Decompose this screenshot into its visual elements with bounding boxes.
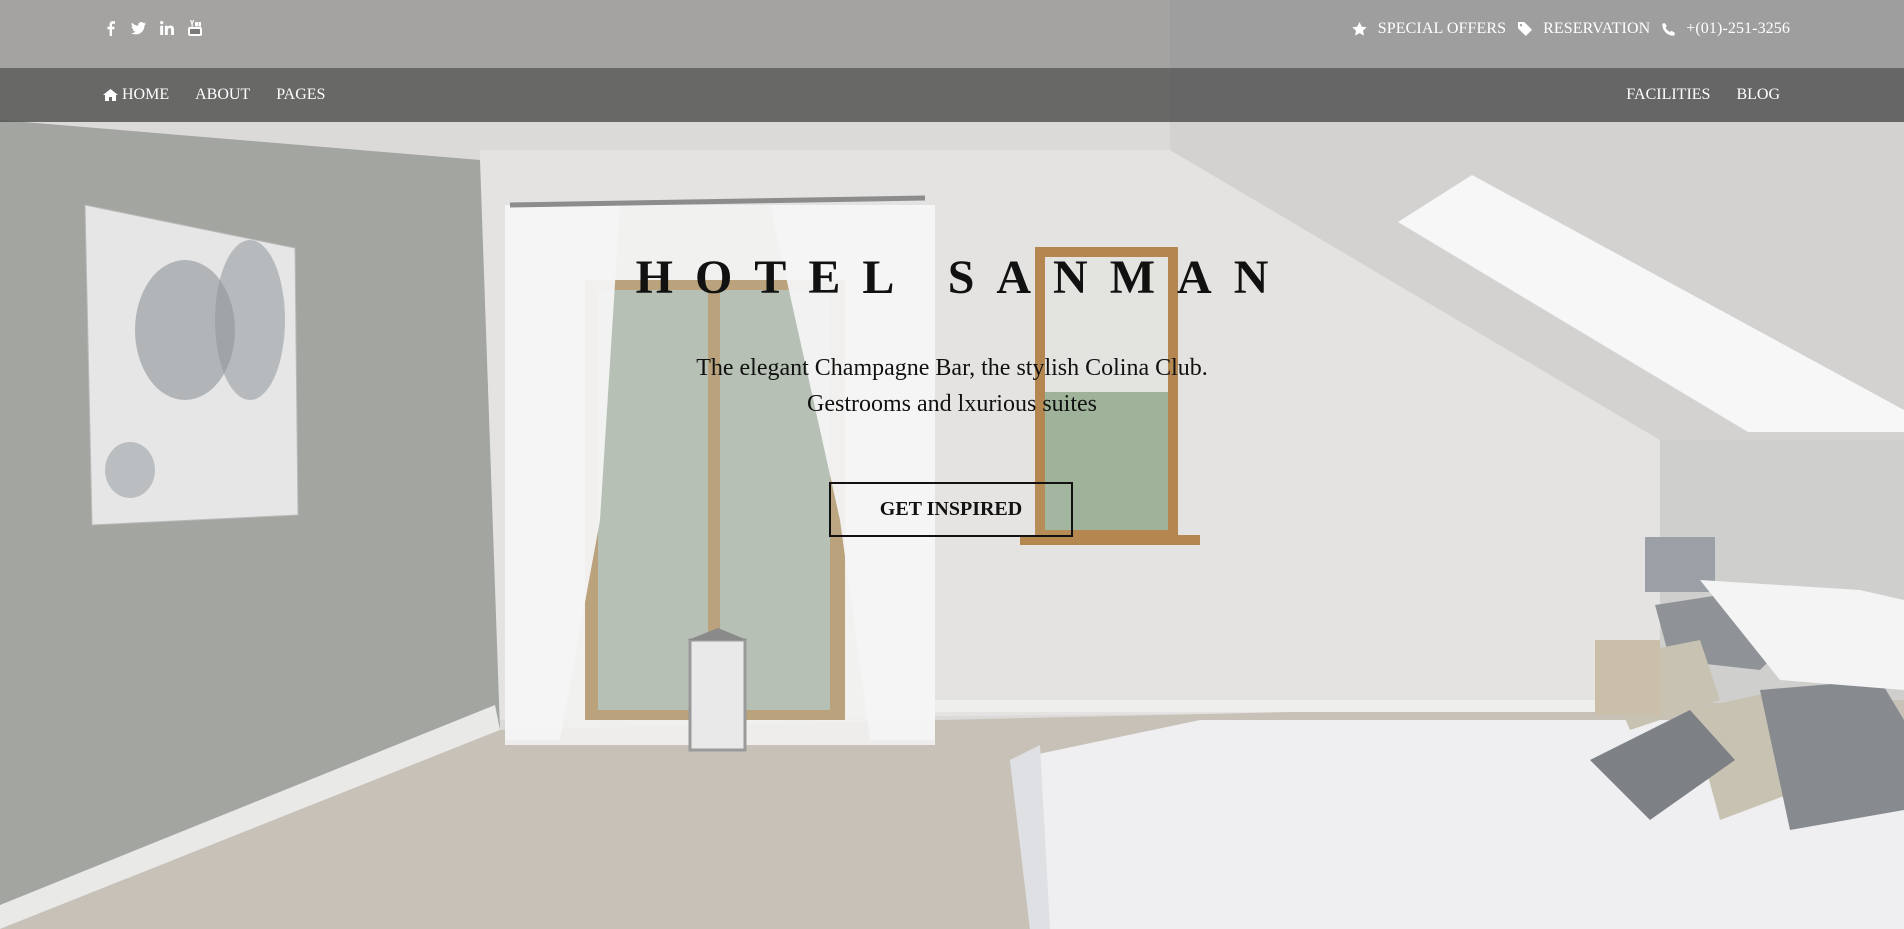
nav-about[interactable]: ABOUT — [195, 86, 250, 104]
special-offers-label: SPECIAL OFFERS — [1377, 20, 1507, 37]
hero-background-image — [0, 0, 1904, 929]
hero-subtitle-line-2: Gestrooms and lxurious suites — [807, 391, 1097, 417]
hero-subtitle-line-1: The elegant Champagne Bar, the stylish C… — [696, 355, 1208, 381]
contact-links: SPECIAL OFFERS RESERVATION +(01)-251-325… — [1340, 20, 1790, 38]
tag-icon — [1518, 22, 1533, 36]
get-inspired-button[interactable]: GET INSPIRED — [829, 482, 1073, 537]
hero-title: HOTEL SANMAN — [635, 251, 1291, 304]
youtube-icon[interactable] — [187, 20, 202, 36]
linkedin-icon[interactable] — [159, 20, 174, 36]
social-links — [103, 20, 202, 36]
phone-link[interactable]: +(01)-251-3256 — [1662, 20, 1790, 38]
special-offers-link[interactable]: SPECIAL OFFERS — [1352, 20, 1506, 38]
main-navigation: HOME ABOUT PAGES FACILITIES BLOG — [0, 68, 1904, 122]
nav-blog[interactable]: BLOG — [1736, 86, 1780, 104]
phone-icon — [1662, 22, 1676, 36]
facebook-icon[interactable] — [103, 20, 118, 36]
phone-number: +(01)-251-3256 — [1686, 20, 1790, 37]
nav-facilities[interactable]: FACILITIES — [1626, 86, 1710, 104]
nav-home[interactable]: HOME — [103, 86, 169, 104]
nav-pages[interactable]: PAGES — [276, 86, 325, 104]
star-icon — [1352, 22, 1367, 36]
twitter-icon[interactable] — [131, 20, 146, 36]
nav-right-group: FACILITIES BLOG — [1600, 68, 1780, 122]
home-icon — [103, 89, 118, 101]
reservation-label: RESERVATION — [1543, 20, 1651, 37]
hero-subtitle: The elegant Champagne Bar, the stylish C… — [0, 350, 1904, 422]
nav-left-group: HOME ABOUT PAGES — [103, 68, 351, 122]
top-bar: SPECIAL OFFERS RESERVATION +(01)-251-325… — [0, 0, 1904, 68]
nav-home-label: HOME — [122, 86, 170, 103]
reservation-link[interactable]: RESERVATION — [1518, 20, 1650, 38]
